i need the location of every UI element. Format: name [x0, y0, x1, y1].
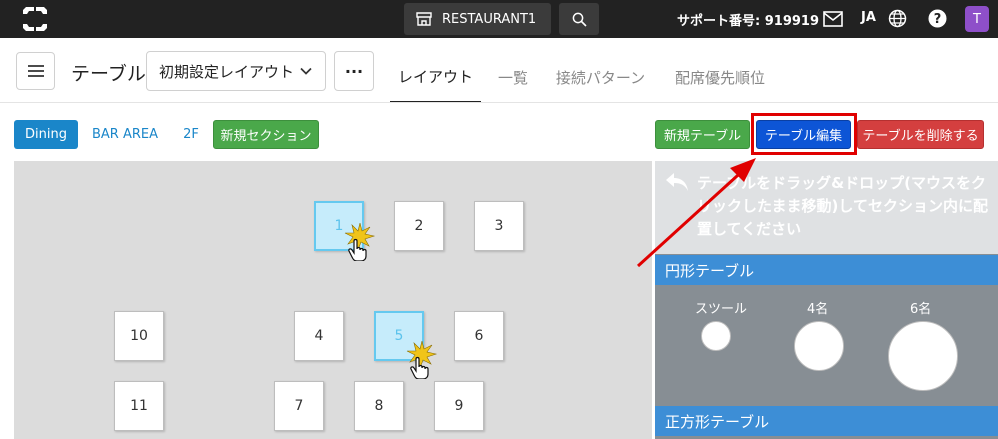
table-8[interactable]: 8 — [354, 381, 404, 431]
more-options-button[interactable]: ··· — [334, 51, 374, 91]
menu-button[interactable] — [16, 52, 55, 90]
floor-canvas[interactable]: 1 2 3 10 4 5 6 11 7 8 9 — [14, 161, 652, 439]
undo-arrow-icon — [666, 173, 688, 191]
edit-button-highlight — [751, 113, 857, 155]
section-bar-area-link[interactable]: BAR AREA — [86, 120, 164, 149]
chevron-down-icon — [300, 67, 312, 75]
hand-pointer-icon — [406, 341, 438, 379]
delete-table-button[interactable]: テーブルを削除する — [857, 120, 984, 149]
store-selector-button[interactable]: RESTAURANT1 — [404, 3, 551, 35]
tab-connection-pattern[interactable]: 接続パターン — [545, 51, 656, 103]
table-10[interactable]: 10 — [114, 311, 164, 361]
six-seat-label: 6名 — [910, 302, 932, 317]
globe-icon[interactable] — [888, 9, 907, 28]
table-2[interactable]: 2 — [394, 201, 444, 251]
layout-select-value: 初期設定レイアウト — [159, 62, 295, 81]
panel-help-text: テーブルをドラッグ&ドロップ(マウスをクリックしたまま移動)してセクション内に配… — [697, 174, 988, 238]
table-9[interactable]: 9 — [434, 381, 484, 431]
help-icon[interactable]: ? — [928, 9, 947, 28]
hamburger-menu-icon — [27, 65, 44, 77]
section-2f-link[interactable]: 2F — [177, 120, 205, 149]
top-bar: RESTAURANT1 サポート番号: 919919 JA ? T — [0, 0, 998, 38]
tab-seating-priority[interactable]: 配席優先順位 — [656, 51, 784, 103]
language-label[interactable]: JA — [861, 10, 876, 25]
tabs-divider — [0, 102, 998, 103]
stool-label: スツール — [695, 302, 748, 317]
layout-select[interactable]: 初期設定レイアウト — [146, 51, 326, 91]
svg-text:?: ? — [934, 12, 942, 27]
table-7[interactable]: 7 — [274, 381, 324, 431]
storefront-icon — [416, 12, 432, 26]
support-number: サポート番号: 919919 — [677, 14, 819, 29]
four-seat-label: 4名 — [807, 302, 829, 317]
table-6[interactable]: 6 — [454, 311, 504, 361]
hand-pointer-icon — [344, 223, 376, 261]
tab-list[interactable]: 一覧 — [481, 51, 545, 103]
page-title: テーブル — [71, 63, 146, 85]
section-dining-button[interactable]: Dining — [14, 120, 78, 149]
table-3[interactable]: 3 — [474, 201, 524, 251]
app-logo-icon[interactable] — [22, 6, 48, 32]
search-button[interactable] — [559, 3, 599, 35]
panel-help-box: テーブルをドラッグ&ドロップ(マウスをクリックしたまま移動)してセクション内に配… — [655, 161, 998, 254]
mail-icon[interactable] — [823, 11, 843, 27]
table-palette-panel: テーブルをドラッグ&ドロップ(マウスをクリックしたまま移動)してセクション内に配… — [655, 161, 998, 439]
stool-round-table[interactable] — [701, 321, 731, 351]
six-seat-round-table[interactable] — [888, 321, 958, 391]
store-name: RESTAURANT1 — [442, 11, 537, 27]
search-icon — [572, 12, 587, 27]
new-section-button[interactable]: 新規セクション — [213, 120, 319, 149]
square-table-header: 正方形テーブル — [655, 406, 998, 436]
new-table-button[interactable]: 新規テーブル — [655, 120, 750, 149]
user-avatar[interactable]: T — [965, 6, 989, 32]
tab-layout[interactable]: レイアウト — [390, 51, 481, 103]
table-11[interactable]: 11 — [114, 381, 164, 431]
round-table-header: 円形テーブル — [655, 255, 998, 285]
table-4[interactable]: 4 — [294, 311, 344, 361]
four-seat-round-table[interactable] — [794, 321, 844, 371]
